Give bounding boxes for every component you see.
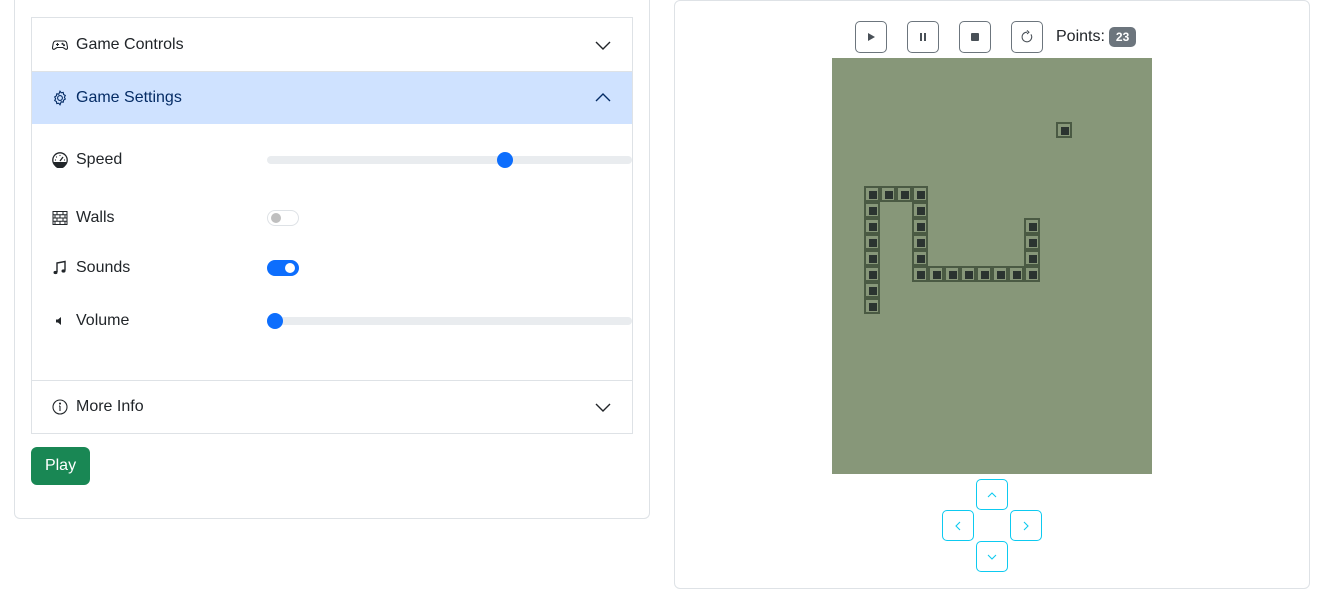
accordion: Game Controls Game Settings Speed Walls … (31, 17, 633, 434)
chevron-left-icon (955, 521, 961, 530)
accordion-label: Game Settings (76, 89, 182, 106)
snake-segment (864, 202, 880, 218)
down-button[interactable] (976, 541, 1008, 572)
snake-segment (1024, 250, 1040, 266)
pause-icon (920, 33, 926, 41)
chevron-right-icon (1023, 521, 1029, 530)
sounds-row: Sounds (52, 256, 612, 280)
accordion-game-controls[interactable]: Game Controls (32, 18, 632, 71)
snake-segment (1024, 266, 1040, 282)
game-board (832, 58, 1152, 474)
game-settings-body: Speed Walls Sounds Volume (32, 124, 632, 380)
snake-segment (880, 186, 896, 202)
sounds-label: Sounds (76, 259, 131, 276)
points-label: Points: (1056, 28, 1105, 45)
sounds-toggle[interactable] (267, 260, 299, 276)
info-circle-icon (52, 399, 68, 415)
play-button[interactable]: Play (31, 447, 90, 485)
volume-icon (52, 313, 68, 329)
snake-segment (912, 250, 928, 266)
snake-segment (928, 266, 944, 282)
snake-segment (864, 218, 880, 234)
speed-row: Speed (52, 148, 632, 172)
left-button[interactable] (942, 510, 974, 541)
accordion-label: More Info (76, 398, 144, 415)
music-note-icon (52, 260, 68, 276)
snake-segment (1008, 266, 1024, 282)
chevron-up-icon (987, 491, 997, 497)
snake-segment (960, 266, 976, 282)
gear-icon (52, 90, 68, 106)
start-button[interactable] (855, 21, 887, 53)
sounds-toggle-knob (285, 263, 295, 273)
snake-segment (944, 266, 960, 282)
accordion-label: Game Controls (76, 35, 184, 53)
snake-segment (912, 218, 928, 234)
restart-button[interactable] (1011, 21, 1043, 53)
snake-segment (1024, 234, 1040, 250)
snake-segment (864, 234, 880, 250)
snake-segment (864, 186, 880, 202)
points-display: Points: 23 (1056, 27, 1137, 47)
pause-button[interactable] (907, 21, 939, 53)
restart-icon (1021, 30, 1033, 43)
snake-segment (976, 266, 992, 282)
game-card: Points: 23 (674, 0, 1310, 589)
points-badge: 23 (1108, 27, 1137, 47)
gamepad-icon (52, 37, 68, 53)
bricks-icon (52, 210, 68, 226)
snake-segment (1024, 218, 1040, 234)
stop-button[interactable] (959, 21, 991, 53)
walls-toggle-knob (271, 213, 281, 223)
volume-slider[interactable] (267, 313, 632, 329)
stop-icon (971, 33, 979, 41)
walls-label: Walls (76, 209, 115, 226)
snake-segment (912, 186, 928, 202)
snake-segment (864, 298, 880, 314)
speed-slider[interactable] (267, 152, 632, 168)
snake-segment (864, 250, 880, 266)
chevron-down-icon (595, 403, 611, 412)
snake-segment (864, 282, 880, 298)
accordion-game-settings[interactable]: Game Settings (32, 71, 632, 124)
volume-row: Volume (52, 309, 632, 333)
up-button[interactable] (976, 479, 1008, 510)
accordion-more-info[interactable]: More Info (32, 380, 632, 433)
snake-segment (912, 234, 928, 250)
snake-segment (896, 186, 912, 202)
play-icon (868, 33, 875, 41)
settings-card: Game Controls Game Settings Speed Walls … (14, 0, 650, 519)
snake-segment (992, 266, 1008, 282)
walls-toggle[interactable] (267, 210, 299, 226)
walls-row: Walls (52, 206, 612, 230)
right-button[interactable] (1010, 510, 1042, 541)
snake-segment (912, 266, 928, 282)
food (1056, 122, 1072, 138)
chevron-down-icon (595, 41, 611, 50)
speedometer-icon (52, 152, 68, 168)
snake-segment (912, 202, 928, 218)
speed-label: Speed (76, 151, 123, 168)
volume-label: Volume (76, 312, 130, 329)
volume-slider-thumb[interactable] (267, 313, 283, 329)
game-toolbar: Points: 23 (855, 21, 1137, 53)
snake-segment (864, 266, 880, 282)
chevron-down-icon (987, 554, 997, 560)
speed-slider-thumb[interactable] (497, 152, 514, 168)
chevron-up-icon (595, 93, 611, 102)
